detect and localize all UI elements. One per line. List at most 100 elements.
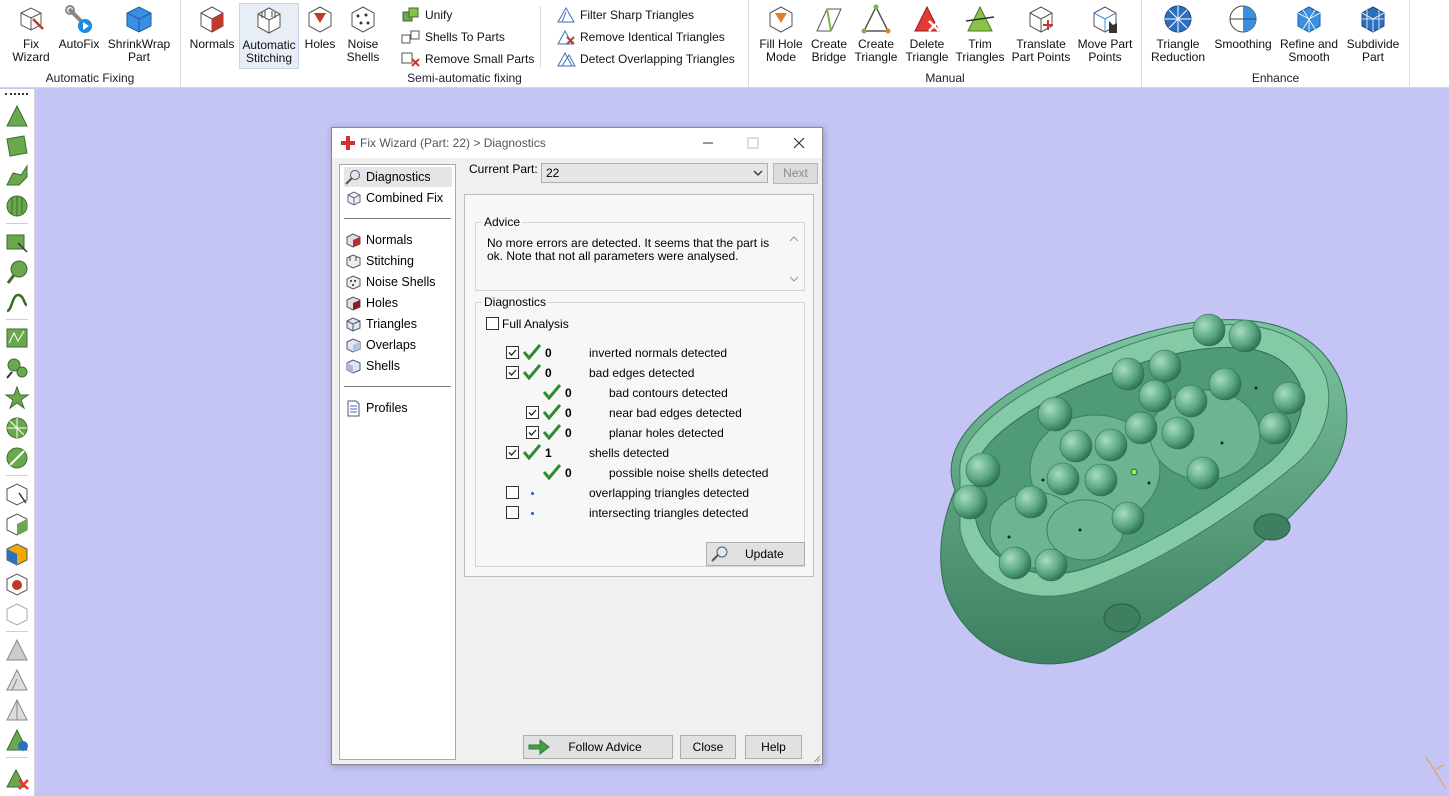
select-curve-icon[interactable] <box>4 163 30 189</box>
current-part-select[interactable]: 22 <box>541 163 768 183</box>
resize-grip-icon[interactable] <box>811 753 821 763</box>
triangle-reduction-button[interactable]: Triangle Reduction <box>1148 3 1208 64</box>
close-button[interactable]: Close <box>680 735 736 759</box>
shells-to-parts-button[interactable]: Shells To Parts <box>401 27 505 47</box>
fill-hole-icon <box>769 6 793 33</box>
advice-scrollbar[interactable] <box>786 233 802 285</box>
nav-item-stitching[interactable]: Stitching <box>344 251 452 271</box>
pending-dot-icon <box>531 492 534 495</box>
maximize-icon[interactable] <box>742 132 764 154</box>
full-analysis-label: Full Analysis <box>502 317 569 331</box>
delete-triangle-button[interactable]: Delete Triangle <box>903 3 951 64</box>
normals-button[interactable]: Normals <box>189 3 235 51</box>
lasso-select-icon[interactable] <box>4 289 30 315</box>
magic-select-icon[interactable] <box>4 355 30 381</box>
color-select-icon[interactable] <box>4 541 30 567</box>
detect-overlapping-triangles-button[interactable]: Detect Overlapping Triangles <box>556 49 735 69</box>
fill-hole-mode-button[interactable]: Fill Hole Mode <box>755 3 807 64</box>
unify-button[interactable]: Unify <box>401 5 452 25</box>
nav-item-noise-shells[interactable]: Noise Shells <box>344 272 452 292</box>
noise-shells-count: 0 <box>565 466 572 480</box>
radial-select-icon[interactable] <box>4 415 30 441</box>
wave-select-icon[interactable] <box>4 325 30 351</box>
inverted-normals-checkbox[interactable] <box>506 346 519 359</box>
near-bad-edges-checkbox[interactable] <box>526 406 539 419</box>
remove-small-parts-button[interactable]: Remove Small Parts <box>401 49 534 69</box>
automatic-stitching-button[interactable]: Automatic Stitching <box>239 3 299 69</box>
fix-wizard-button[interactable]: Fix Wizard <box>6 3 56 64</box>
box-select-icon[interactable] <box>4 229 30 255</box>
overlapping-triangles-label: overlapping triangles detected <box>589 486 750 500</box>
trim-triangles-button[interactable]: Trim Triangles <box>955 3 1005 64</box>
overlapping-triangles-checkbox[interactable] <box>506 486 519 499</box>
advice-text: No more errors are detected. It seems th… <box>487 236 770 263</box>
delete-selection-icon[interactable] <box>4 765 30 791</box>
magnifier-icon <box>345 170 360 185</box>
nav-label: Shells <box>366 359 401 373</box>
close-icon[interactable] <box>788 132 810 154</box>
create-bridge-button[interactable]: Create Bridge <box>809 3 849 64</box>
invert-select-icon[interactable] <box>4 571 30 597</box>
full-analysis-checkbox[interactable] <box>486 317 499 330</box>
part-3d-model[interactable] <box>915 290 1365 690</box>
toolbar-grip[interactable] <box>5 93 28 95</box>
planar-holes-checkbox[interactable] <box>526 426 539 439</box>
diagnostics-panel: Advice No more errors are detected. It s… <box>464 194 814 577</box>
help-button[interactable]: Help <box>745 735 802 759</box>
bad-edges-checkbox[interactable] <box>506 366 519 379</box>
shells-icon <box>346 359 361 374</box>
next-button[interactable]: Next <box>773 163 818 184</box>
group-label-automatic-fixing: Automatic Fixing <box>45 71 135 85</box>
wizard-nav-list: Diagnostics Combined Fix Normals Stitchi… <box>339 164 456 760</box>
nav-item-diagnostics[interactable]: Diagnostics <box>344 167 452 187</box>
nav-label: Holes <box>366 296 398 310</box>
select-triangle-icon[interactable] <box>4 103 30 129</box>
holes-button[interactable]: Holes <box>303 3 337 51</box>
brush-select-icon[interactable] <box>4 259 30 285</box>
grey-triangle-icon[interactable] <box>4 637 30 663</box>
nav-item-profiles[interactable]: Profiles <box>344 398 452 418</box>
nav-item-normals[interactable]: Normals <box>344 230 452 250</box>
automatic-stitching-label: Automatic Stitching <box>242 38 296 65</box>
diagnostics-group: Diagnostics Full Analysis 0 inverted nor… <box>475 295 805 567</box>
autofix-button[interactable]: AutoFix <box>58 3 100 51</box>
plane-select-icon[interactable] <box>4 445 30 471</box>
shrinkwrap-button[interactable]: ShrinkWrap Part <box>104 3 174 64</box>
follow-advice-button[interactable]: Follow Advice <box>523 735 673 759</box>
delete-triangle-label: Delete Triangle <box>905 37 949 64</box>
refine-and-smooth-button[interactable]: Refine and Smooth <box>1278 3 1340 64</box>
select-surface-icon[interactable] <box>4 133 30 159</box>
noise-shells-button[interactable]: Noise Shells <box>343 3 383 64</box>
nav-item-triangles[interactable]: Triangles <box>344 314 452 334</box>
toolbar-separator <box>6 631 28 632</box>
dialog-titlebar[interactable]: Fix Wizard (Part: 22) > Diagnostics <box>332 128 822 158</box>
intersecting-triangles-checkbox[interactable] <box>506 506 519 519</box>
minimize-icon[interactable] <box>697 132 719 154</box>
translate-part-points-button[interactable]: Translate Part Points <box>1009 3 1073 64</box>
select-shell-icon[interactable] <box>4 193 30 219</box>
clear-select-icon[interactable] <box>4 601 30 627</box>
part-select-icon[interactable] <box>4 481 30 507</box>
move-part-points-label: Move Part Points <box>1077 37 1133 64</box>
triangle-globe-icon[interactable] <box>4 727 30 753</box>
smoothing-button[interactable]: Smoothing <box>1212 3 1274 51</box>
shells-checkbox[interactable] <box>506 446 519 459</box>
star-select-icon[interactable] <box>4 385 30 411</box>
move-part-points-button[interactable]: Move Part Points <box>1077 3 1133 64</box>
create-triangle-button[interactable]: Create Triangle <box>853 3 899 64</box>
nav-item-shells[interactable]: Shells <box>344 356 452 376</box>
subdivide-part-button[interactable]: Subdivide Part <box>1344 3 1402 64</box>
grey-triangle-split-icon[interactable] <box>4 697 30 723</box>
nav-item-combined-fix[interactable]: Combined Fix <box>344 188 452 208</box>
remove-identical-triangles-button[interactable]: Remove Identical Triangles <box>556 27 725 47</box>
nav-item-holes[interactable]: Holes <box>344 293 452 313</box>
update-button[interactable]: Update <box>706 542 805 566</box>
noise-shells-label: Noise Shells <box>346 37 380 64</box>
shrinkwrap-label: ShrinkWrap Part <box>107 37 171 64</box>
filter-sharp-triangles-button[interactable]: Filter Sharp Triangles <box>556 5 694 25</box>
nav-separator <box>344 218 451 219</box>
planar-holes-label: planar holes detected <box>609 426 724 440</box>
grey-triangle-edge-icon[interactable] <box>4 667 30 693</box>
shell-select-icon[interactable] <box>4 511 30 537</box>
nav-item-overlaps[interactable]: Overlaps <box>344 335 452 355</box>
